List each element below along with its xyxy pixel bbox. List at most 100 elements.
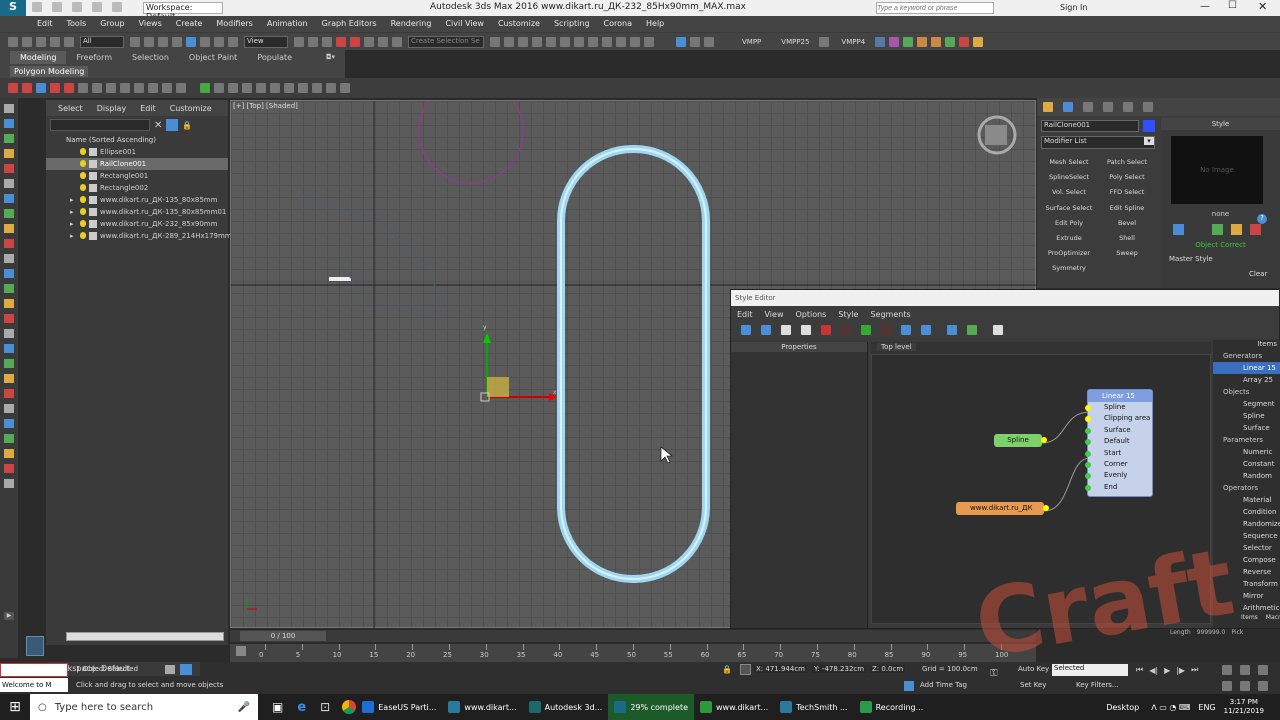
plugin-icon-5[interactable] [931, 36, 942, 47]
scene-item[interactable]: ▸ www.dikart.ru_ДК-135_80x85mm01 [46, 206, 228, 218]
modifier-button-shell[interactable]: Shell [1099, 232, 1155, 245]
time-slider-thumb[interactable]: 0 / 100 [240, 631, 326, 641]
explorer-tool-icon[interactable] [4, 269, 14, 278]
disabled-icon[interactable] [841, 325, 851, 335]
ribbon-tab-populate[interactable]: Populate [247, 51, 302, 64]
node-port[interactable]: Spline [1085, 402, 1152, 413]
rect-select-icon[interactable] [158, 36, 168, 47]
pan-icon[interactable] [1222, 681, 1232, 691]
modifier-button-patch-select[interactable]: Patch Select [1099, 156, 1155, 169]
style-editor-menu-options[interactable]: Options [795, 310, 826, 319]
explorer-menu-customize[interactable]: Customize [170, 104, 212, 113]
zoom-extents-icon[interactable] [1258, 665, 1268, 675]
rotate-icon[interactable] [200, 36, 210, 47]
motion-tab-icon[interactable] [1103, 102, 1113, 112]
explorer-tool-icon[interactable] [4, 329, 14, 338]
window-icon[interactable] [993, 325, 1003, 335]
items-entry[interactable]: Random [1213, 470, 1280, 482]
style-editor-menu-style[interactable]: Style [838, 310, 858, 319]
lock-icon[interactable] [180, 664, 192, 675]
port-dot-icon[interactable] [1085, 439, 1091, 446]
render-icon[interactable] [630, 36, 640, 47]
node-spline[interactable]: Spline [994, 434, 1047, 447]
vmpp4-button[interactable]: VMPP4 [841, 38, 865, 46]
taskbar-app[interactable]: www.dikart... [442, 694, 522, 720]
manipulate-icon[interactable] [308, 36, 318, 47]
port-dot-icon[interactable] [1085, 461, 1091, 468]
visibility-bulb-icon[interactable] [80, 196, 86, 203]
scene-item[interactable]: RailClone001 [46, 158, 228, 170]
display-vertex-icon[interactable] [8, 83, 18, 93]
style-editor-menu-view[interactable]: View [765, 310, 784, 319]
modifier-button-ffd-select[interactable]: FFD Select [1099, 186, 1155, 199]
explorer-tool-icon[interactable] [4, 359, 14, 368]
items-entry[interactable]: Spline [1213, 410, 1280, 422]
visibility-bulb-icon[interactable] [80, 220, 86, 227]
open-icon[interactable] [52, 2, 62, 12]
expand-arrow-icon[interactable]: ▸ [70, 194, 74, 206]
task-view-icon[interactable]: ▣ [272, 700, 283, 714]
maxscript-output[interactable]: Welcome to M [0, 678, 68, 692]
align-icon[interactable] [504, 36, 514, 47]
items-entry[interactable]: Surface [1213, 422, 1280, 434]
explorer-scrollbar[interactable] [66, 632, 224, 641]
items-entry[interactable]: Condition [1213, 506, 1280, 518]
time-slider[interactable]: 0 / 100 [230, 630, 1036, 642]
menu-rendering[interactable]: Rendering [391, 16, 432, 32]
zoom-icon[interactable] [1222, 665, 1232, 675]
modifier-button-surface-select[interactable]: Surface Select [1041, 202, 1097, 215]
redo-icon[interactable] [22, 36, 32, 47]
explorer-tool-icon[interactable] [4, 284, 14, 293]
display-spacewarp-icon[interactable] [176, 83, 186, 93]
utilities-tab-icon[interactable] [1143, 102, 1153, 112]
display-refresh-icon[interactable] [326, 83, 336, 93]
modifier-button-poly-select[interactable]: Poly Select [1099, 171, 1155, 184]
modifier-list-dropdown[interactable]: Modifier List ▾ [1041, 136, 1155, 149]
menu-corona[interactable]: Corona [604, 16, 632, 32]
scene-item[interactable]: Rectangle001 [46, 170, 228, 182]
scene-explorer-icon[interactable] [532, 36, 542, 47]
node-port[interactable]: End [1085, 482, 1152, 493]
tray-icons[interactable]: ᐱ ▭ ◔ ⌨ [1151, 703, 1190, 712]
expand-arrow-icon[interactable]: ▸ [70, 218, 74, 230]
display-children-icon[interactable] [298, 83, 308, 93]
visibility-bulb-icon[interactable] [80, 160, 86, 167]
display-light-icon[interactable] [134, 83, 144, 93]
app-logo[interactable]: S [0, 0, 26, 16]
style-add-icon[interactable] [1212, 224, 1223, 235]
edge-icon[interactable]: e [297, 700, 306, 715]
maximize-button[interactable]: ☐ [1228, 0, 1237, 11]
display-tab-icon[interactable] [1123, 102, 1133, 112]
top-level-label[interactable]: Top level [877, 343, 916, 351]
snap-icon[interactable] [336, 36, 346, 47]
display-hidden-icon[interactable] [92, 83, 102, 93]
isolate-icon[interactable] [904, 681, 914, 691]
ribbon-tab-selection[interactable]: Selection [122, 51, 179, 64]
display-group-icon[interactable] [200, 83, 210, 93]
node-port[interactable]: Clipping area [1085, 413, 1152, 424]
port-dot-icon[interactable] [1085, 484, 1091, 491]
explorer-tool-icon[interactable] [4, 374, 14, 383]
display-particle-icon[interactable] [256, 83, 266, 93]
ribbon-tab-freeform[interactable]: Freeform [66, 51, 122, 64]
plugin-icon-8[interactable] [973, 36, 984, 47]
display-camera-icon[interactable] [148, 83, 158, 93]
node-port[interactable]: Start [1085, 448, 1152, 459]
explorer-tool-icon[interactable] [4, 224, 14, 233]
explorer-tool-icon[interactable] [4, 479, 14, 488]
named-selection-dropdown[interactable]: Create Selection Se [408, 35, 484, 48]
taskbar-app[interactable]: TechSmith ... [774, 694, 853, 720]
paste-icon[interactable] [801, 325, 811, 335]
node-port[interactable]: Corner [1085, 459, 1152, 470]
selection-filter-dropdown[interactable]: All [80, 35, 124, 48]
port-dot-icon[interactable] [1085, 405, 1091, 411]
modifier-button-mesh-select[interactable]: Mesh Select [1041, 156, 1097, 169]
items-entry[interactable]: Material [1213, 494, 1280, 506]
plugin-icon-3[interactable] [903, 36, 914, 47]
export-icon[interactable] [967, 325, 977, 335]
menu-modifiers[interactable]: Modifiers [216, 16, 253, 32]
explorer-tool-icon[interactable] [4, 209, 14, 218]
explorer-tool-icon[interactable] [4, 299, 14, 308]
visibility-bulb-icon[interactable] [80, 148, 86, 155]
node-linear[interactable]: Linear 15 Spline Clipping area Surface Defa… [1085, 389, 1153, 497]
